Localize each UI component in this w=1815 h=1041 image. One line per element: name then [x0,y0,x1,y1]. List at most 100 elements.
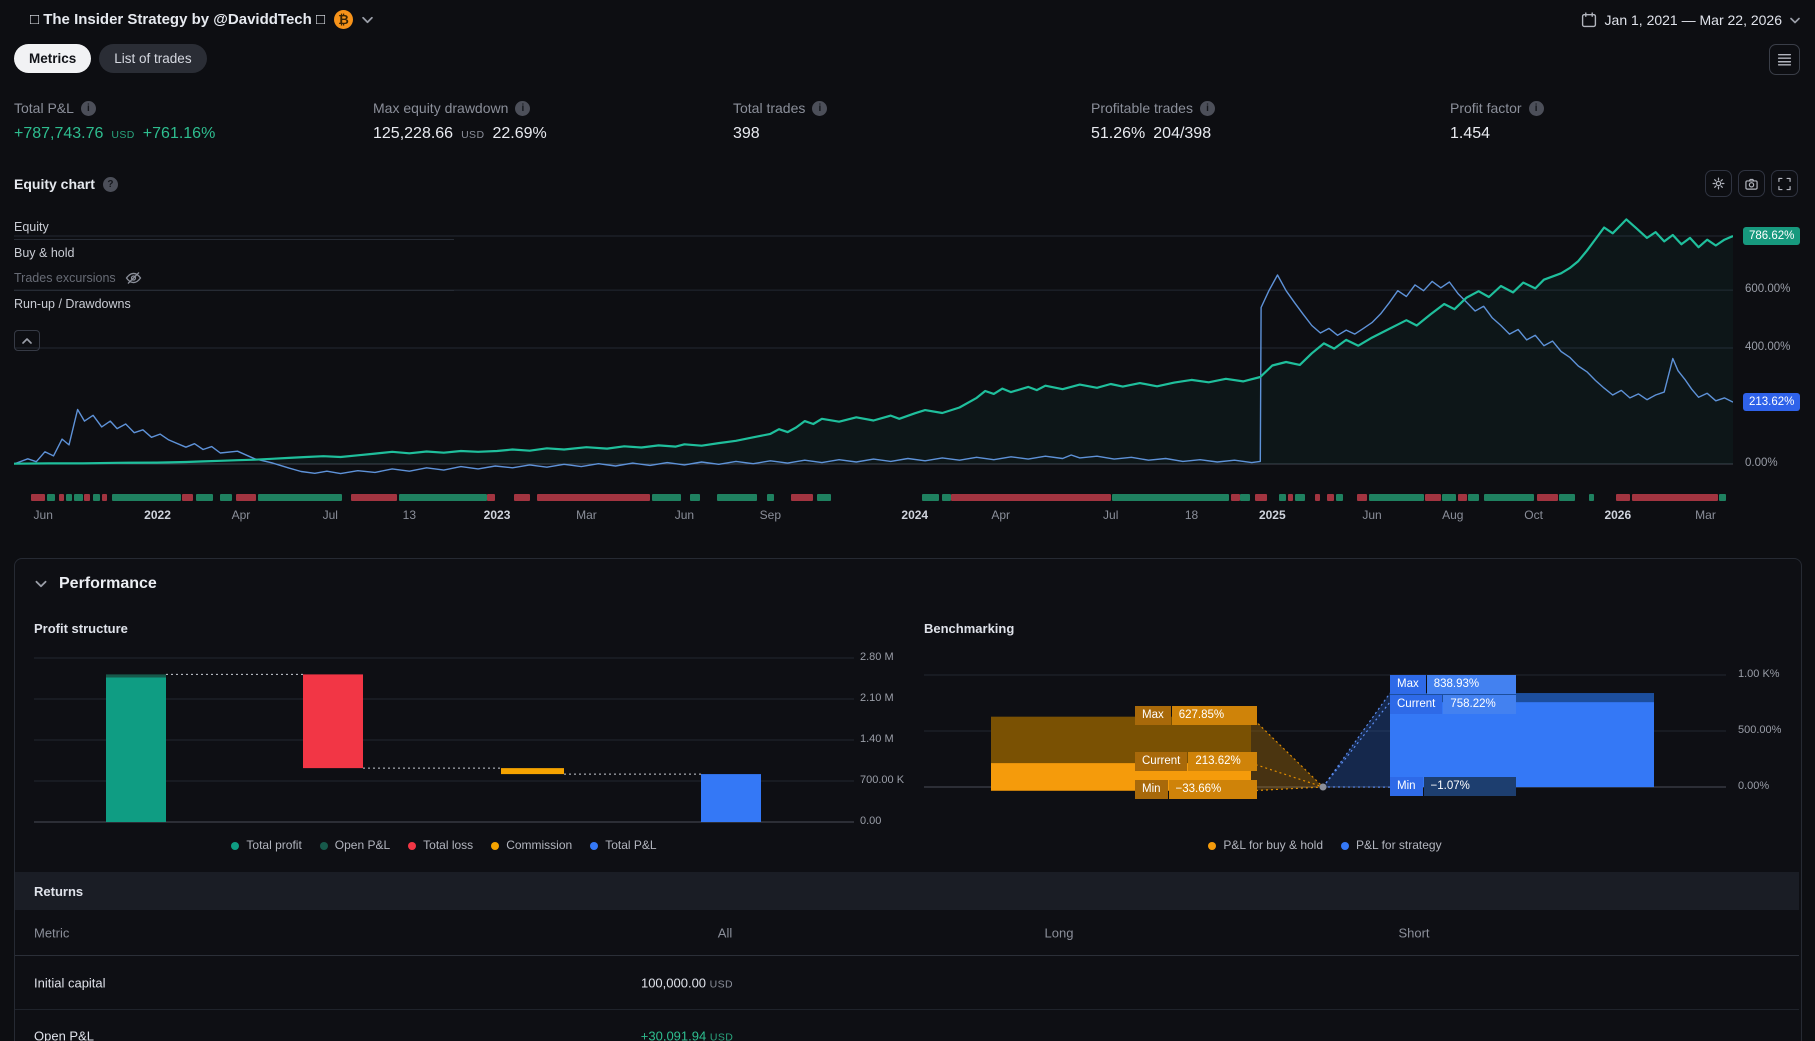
date-range-label: Jan 1, 2021 — Mar 22, 2026 [1605,12,1782,28]
trade-mark [399,494,487,501]
trade-mark [1369,494,1424,501]
help-icon[interactable]: ? [103,177,118,192]
chart-fullscreen-button[interactable] [1771,170,1798,197]
trade-mark [112,494,181,501]
trade-mark [1255,494,1267,501]
time-axis-label: 2022 [144,508,171,522]
info-icon[interactable]: i [1200,101,1215,116]
bitcoin-icon[interactable]: ₿ [334,10,353,29]
equity-chart-title: Equity chart? [14,176,118,192]
equity-axis-label: 400.00% [1745,341,1790,353]
time-axis[interactable]: Jun2022AprJul132023MarJunSep2024AprJul18… [14,508,1733,526]
metric-total-pnl: Total P&L i +787,743.76 USD +761.16% [14,100,215,143]
trade-mark [1442,494,1456,501]
time-axis-label: Oct [1524,508,1543,522]
legend-item: Open P&L [320,838,390,852]
time-axis-label: 13 [403,508,416,522]
time-axis-label: Sep [760,508,781,522]
legend-collapse-button[interactable] [14,330,40,351]
legend-item-runup-drawdowns[interactable]: Run-up / Drawdowns [14,291,454,316]
chart-snapshot-button[interactable] [1738,170,1765,197]
chevron-down-icon [35,580,47,588]
time-axis-label: Jun [34,508,53,522]
performance-section-header[interactable]: Performance [35,575,157,593]
info-icon[interactable]: i [1529,101,1544,116]
metric-label: Profit factor [1450,100,1522,116]
gear-icon [1712,176,1725,191]
info-icon[interactable]: i [812,101,827,116]
tab-list-of-trades[interactable]: List of trades [99,44,206,73]
legend-item-trades-excursions[interactable]: Trades excursions [14,265,454,290]
table-row-open-pnl[interactable]: Open P&L +30,091.94 USD [15,1009,1799,1041]
report-tabs: Metrics List of trades [14,44,207,73]
trade-mark [1719,494,1726,501]
report-layout-button[interactable] [1769,44,1800,75]
benchmarking-legend: P&L for buy & holdP&L for strategy [924,835,1726,855]
currency-unit: USD [111,129,134,141]
trade-mark [182,494,192,501]
trade-mark [66,494,73,501]
tab-metrics[interactable]: Metrics [14,44,91,73]
time-axis-label: 18 [1185,508,1198,522]
metric-label: Profitable trades [1091,100,1193,116]
page-title: □ The Insider Strategy by @DaviddTech □ [30,11,325,28]
returns-section-header: Returns [15,872,1799,910]
col-all: All [718,925,732,940]
trade-mark [652,494,681,501]
legend-dot [231,842,239,850]
info-icon[interactable]: i [81,101,96,116]
date-range-picker[interactable]: Jan 1, 2021 — Mar 22, 2026 [1581,12,1800,28]
time-axis-label: Jul [1103,508,1118,522]
legend-dot [1208,842,1216,850]
trade-mark [1295,494,1305,501]
row-metric-label: Open P&L [34,1028,94,1041]
metric-value: 1.454 [1450,125,1490,143]
strategy-max-badge: Max838.93% [1390,675,1516,694]
chart-settings-button[interactable] [1705,170,1732,197]
trade-mark [1315,494,1320,501]
trade-mark [951,494,1111,501]
eye-off-icon[interactable] [125,271,142,285]
trade-mark [102,494,107,501]
time-axis-label: 2024 [901,508,928,522]
metric-extra: +761.16% [143,125,216,143]
legend-item: Total loss [408,838,473,852]
equity-axis-label: 600.00% [1745,283,1790,295]
bm-axis-label: 0.00% [1738,780,1769,792]
trade-mark [196,494,213,501]
trade-mark [1231,494,1240,501]
legend-item-equity[interactable]: Equity [14,214,454,239]
wf-axis-label: 0.00 [860,815,881,827]
profit-structure-chart [34,651,854,851]
benchmarking-chart [924,651,1726,851]
time-axis-label: Apr [991,508,1010,522]
trade-mark [1279,494,1286,501]
row-metric-label: Initial capital [34,975,106,990]
legend-dot [1341,842,1349,850]
metric-label: Total P&L [14,100,74,116]
wf-axis-label: 2.80 M [860,651,894,663]
time-axis-label: Apr [232,508,251,522]
wf-axis-label: 700.00 K [860,774,904,786]
returns-table-header: Metric All Long Short [15,910,1799,956]
strategy-current-badge: Current758.22% [1390,695,1516,714]
trade-mark [31,494,45,501]
metric-extra: 22.69% [492,125,546,143]
legend-item-buy-and-hold[interactable]: Buy & hold [14,240,454,265]
chevron-down-icon[interactable] [362,16,373,24]
trade-mark [93,494,100,501]
table-row-initial-capital[interactable]: Initial capital 100,000.00 USD [15,956,1799,1010]
legend-dot [408,842,416,850]
trade-mark [1616,494,1630,501]
trade-mark [47,494,56,501]
trade-mark [537,494,650,501]
camera-icon [1745,177,1758,191]
bm-axis-label: 1.00 K% [1738,668,1780,680]
metric-value: +787,743.76 [14,125,103,143]
buyhold-min-badge: Min−33.66% [1135,780,1257,799]
trade-mark [59,494,64,501]
trade-mark [922,494,939,501]
wf-axis-label: 1.40 M [860,733,894,745]
info-icon[interactable]: i [515,101,530,116]
time-axis-label: Jun [1362,508,1381,522]
